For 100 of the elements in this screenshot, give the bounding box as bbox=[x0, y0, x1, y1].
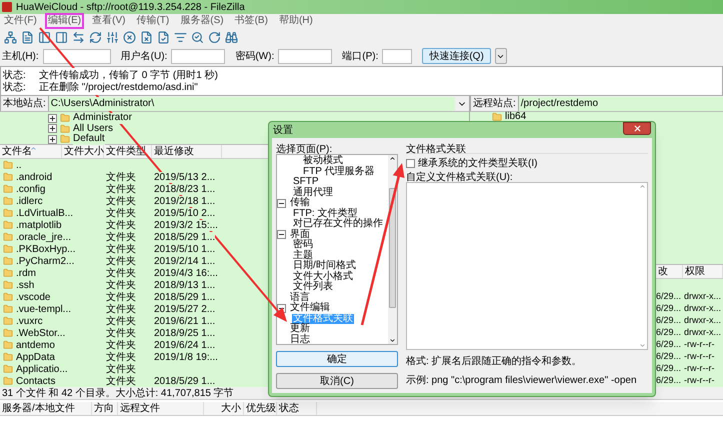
custom-associations-label: 自定义文件格式关联(U): bbox=[406, 170, 514, 182]
folder-icon bbox=[3, 304, 13, 314]
expander-icon[interactable] bbox=[277, 230, 286, 240]
refresh-icon[interactable] bbox=[89, 30, 102, 44]
page-tree-item[interactable]: 密码 bbox=[292, 240, 314, 250]
file-modified: 2019/5/13 2... bbox=[154, 172, 216, 182]
column-header[interactable]: 文件大小 bbox=[62, 145, 104, 158]
checkbox[interactable] bbox=[406, 158, 415, 168]
password-field[interactable] bbox=[278, 48, 332, 64]
expander-icon[interactable] bbox=[48, 124, 57, 134]
file-type: 文件夹 bbox=[106, 340, 136, 350]
page-tree-item[interactable]: 文件列表 bbox=[292, 282, 334, 292]
status-text: 31 个文件 和 42 个目录。大小总计: 41,707,815 字节 bbox=[2, 386, 234, 400]
menu-item[interactable]: 文件(F) bbox=[3, 15, 38, 27]
local-site-field[interactable]: C:\Users\Administrator\ bbox=[48, 96, 455, 110]
scroll-down-icon[interactable] bbox=[389, 337, 396, 344]
file-name[interactable]: .matplotlib bbox=[16, 218, 62, 232]
list-filter-icon[interactable] bbox=[174, 30, 187, 44]
menu-item[interactable]: 查看(V) bbox=[91, 15, 126, 27]
file-name[interactable]: .PKBoxHyp... bbox=[16, 242, 76, 256]
scroll-thumb[interactable] bbox=[389, 188, 396, 308]
menu-item[interactable]: 服务器(S) bbox=[179, 15, 225, 27]
binoculars-icon[interactable] bbox=[225, 30, 238, 44]
file-name[interactable]: .oracle_jre... bbox=[16, 230, 72, 244]
file-name[interactable]: .. bbox=[16, 158, 22, 172]
page-tree-item[interactable]: FTP 代理服务器 bbox=[302, 166, 376, 177]
column-header[interactable]: 优先级 bbox=[244, 402, 277, 415]
page-tree-item[interactable]: 对已存在文件的操作 bbox=[292, 219, 384, 230]
file-name[interactable]: .LdVirtualB... bbox=[16, 206, 74, 220]
column-header[interactable]: 大小 bbox=[204, 402, 244, 415]
file-type: 文件夹 bbox=[106, 256, 136, 266]
file-modified: 6/29... bbox=[656, 290, 682, 304]
column-header[interactable]: 权限 bbox=[683, 265, 723, 278]
column-header[interactable]: 远程文件 bbox=[118, 402, 204, 415]
page-tree-item[interactable]: FTP: 文件类型 bbox=[292, 208, 358, 219]
page-tree-item[interactable]: 文件大小格式 bbox=[292, 272, 354, 282]
page-tree-item[interactable]: 语言 bbox=[289, 292, 311, 303]
file-name[interactable]: .ssh bbox=[16, 278, 34, 292]
page-tree-item[interactable]: 界面 bbox=[289, 230, 311, 240]
host-field[interactable] bbox=[42, 48, 111, 64]
page-tree-item[interactable]: 文件编辑 bbox=[289, 303, 331, 314]
tree-item[interactable]: lib64 bbox=[505, 112, 526, 122]
tree-item[interactable]: All Users bbox=[73, 124, 114, 134]
scrollbar[interactable] bbox=[388, 155, 397, 344]
file-modified: 2018/9/13 1... bbox=[154, 280, 216, 290]
page-tree-item[interactable]: 被动模式 bbox=[302, 156, 344, 166]
menu-item[interactable]: 帮助(H) bbox=[278, 15, 314, 27]
file-name[interactable]: antdemo bbox=[16, 338, 55, 352]
folder-icon bbox=[3, 160, 13, 170]
expander-icon[interactable] bbox=[277, 198, 286, 208]
scroll-up-icon[interactable] bbox=[389, 155, 396, 162]
file-name[interactable]: .idlerc bbox=[16, 194, 43, 208]
file-modified: 6/29... bbox=[656, 302, 682, 316]
remote-site-field[interactable]: /project/restdemo bbox=[518, 96, 723, 110]
page-tree-item[interactable]: 通用代理 bbox=[292, 188, 334, 198]
close-button[interactable] bbox=[623, 122, 651, 135]
page-tree-item[interactable]: 传输 bbox=[289, 198, 311, 208]
log-label: 状态: bbox=[3, 80, 27, 94]
file-name[interactable]: Applicatio... bbox=[16, 362, 68, 376]
page-tree-item[interactable]: 日期/时间格式 bbox=[292, 261, 357, 272]
quickconnect-button[interactable]: 快速连接(Q) bbox=[422, 48, 491, 64]
column-header[interactable]: 最近修改 bbox=[152, 145, 222, 158]
file-name[interactable]: .config bbox=[16, 182, 46, 196]
cancel-icon[interactable] bbox=[123, 30, 136, 44]
close-icon bbox=[632, 124, 642, 133]
file-name[interactable]: Contacts bbox=[16, 374, 56, 388]
menu-item[interactable]: 编辑(E) bbox=[46, 15, 82, 27]
column-header[interactable]: 方向 bbox=[92, 402, 118, 415]
username-field[interactable] bbox=[171, 48, 226, 64]
page-tree-item[interactable]: 日志 bbox=[289, 334, 311, 344]
quickconnect-dropdown[interactable] bbox=[494, 48, 507, 64]
cancel-button[interactable]: 取消(C) bbox=[276, 373, 398, 389]
tree-item[interactable]: Default bbox=[73, 134, 105, 144]
file-name[interactable]: .PyCharm2... bbox=[16, 254, 74, 268]
file-name[interactable]: .vscode bbox=[16, 290, 50, 304]
file-name[interactable]: .vuxrc bbox=[16, 314, 43, 328]
column-header[interactable]: 文件名 bbox=[0, 145, 62, 158]
menu-item[interactable]: 书签(B) bbox=[234, 15, 269, 27]
page-tree-item[interactable]: 更新 bbox=[289, 324, 311, 334]
file-name[interactable]: .rdm bbox=[16, 266, 36, 280]
ok-button[interactable]: 确定 bbox=[276, 351, 398, 367]
username-label: 用户名(U): bbox=[120, 50, 168, 64]
file-type: 文件夹 bbox=[106, 304, 136, 314]
file-type: 文件夹 bbox=[106, 244, 136, 254]
menu-item[interactable]: 传输(T) bbox=[135, 15, 170, 27]
port-field[interactable] bbox=[382, 48, 412, 64]
column-header[interactable]: 状态 bbox=[277, 402, 317, 415]
expander-icon[interactable] bbox=[48, 134, 57, 144]
expander-icon[interactable] bbox=[48, 114, 57, 123]
file-name[interactable]: .vue-templ... bbox=[16, 302, 72, 316]
page-tree-item[interactable]: SFTP bbox=[292, 177, 320, 188]
filter-icon[interactable] bbox=[106, 30, 119, 44]
file-name[interactable]: .WebStor... bbox=[16, 326, 66, 340]
file-name[interactable]: .android bbox=[16, 170, 52, 184]
page-tree-item[interactable]: 主题 bbox=[292, 250, 314, 261]
folder-icon bbox=[3, 280, 13, 290]
tree-item[interactable]: Administrator bbox=[73, 113, 132, 124]
file-name[interactable]: AppData bbox=[16, 350, 55, 364]
column-header[interactable]: 服务器/本地文件 bbox=[0, 402, 92, 415]
folder-icon bbox=[3, 268, 13, 278]
